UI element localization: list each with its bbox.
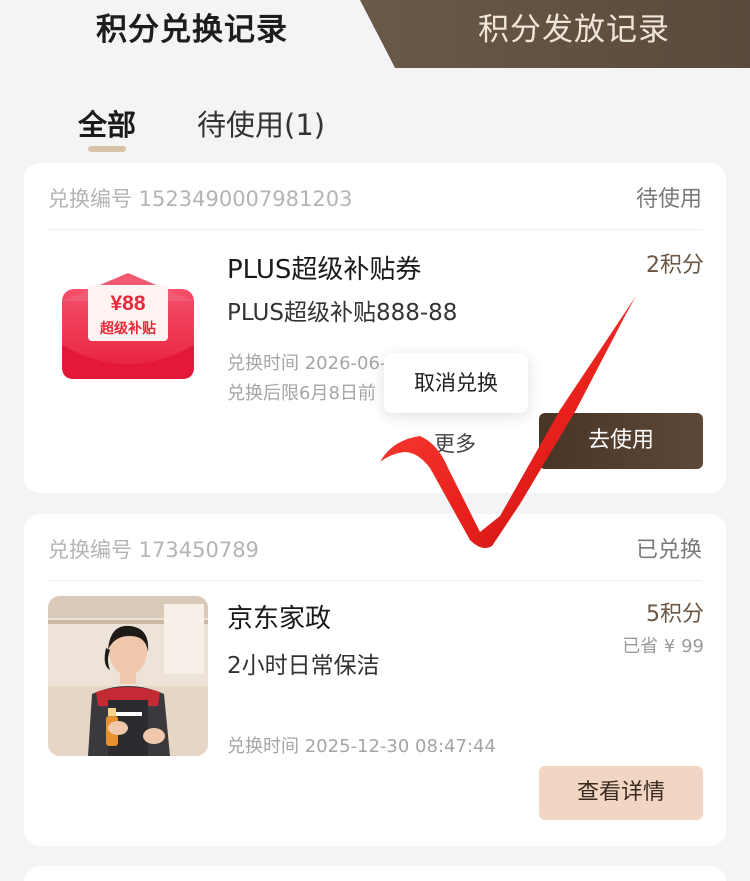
order-card-next [24, 866, 726, 881]
record-tabs: 积分兑换记录 积分发放记录 [0, 0, 750, 68]
order-status: 已兑换 [635, 538, 702, 563]
tab-issue-records[interactable]: 积分发放记录 [478, 8, 670, 52]
housekeeping-photo [48, 596, 208, 756]
divider [48, 229, 702, 230]
filter-active-indicator [88, 146, 126, 152]
filter-pending[interactable]: 待使用(1) [197, 104, 325, 146]
item-title: 京东家政 [227, 604, 332, 634]
points-cost: 2积分 [646, 253, 704, 278]
order-number: 兑换编号 1523490007981203 [48, 187, 353, 211]
more-button[interactable]: 更多 [434, 428, 476, 458]
coupon-thumbnail: ¥88 超级补贴 [48, 253, 208, 413]
filter-all[interactable]: 全部 [78, 104, 136, 146]
item-subtitle: 2小时日常保洁 [227, 653, 380, 679]
housekeeper-photo [48, 596, 208, 756]
tab-exchange-records[interactable]: 积分兑换记录 [96, 8, 288, 52]
order-card-plus-coupon: 兑换编号 1523490007981203 待使用 ¥88 超级补贴 PLUS超… [24, 163, 726, 493]
coupon-amount: ¥88 [110, 292, 145, 315]
view-details-button[interactable]: 查看详情 [539, 766, 703, 820]
use-button[interactable]: 去使用 [539, 413, 703, 469]
coupon-label: 超级补贴 [99, 320, 156, 337]
divider [48, 580, 702, 581]
item-subtitle: PLUS超级补贴888-88 [227, 300, 458, 326]
red-envelope-icon: ¥88 超级补贴 [62, 273, 194, 379]
use-deadline: 兑换后限6月8日前 [227, 383, 376, 404]
cancel-exchange-popup[interactable]: 取消兑换 [384, 353, 528, 413]
order-card-housekeeping: 兑换编号 173450789 已兑换 京东家政 2小时日常保洁 5积分 已省 ¥… [24, 514, 726, 846]
item-title: PLUS超级补贴券 [227, 255, 422, 285]
saved-amount: 已省 ¥ 99 [622, 636, 704, 657]
points-cost: 5积分 [646, 602, 704, 627]
order-status: 待使用 [635, 187, 702, 212]
exchange-time: 兑换时间 2025-12-30 08:47:44 [227, 736, 496, 757]
order-number: 兑换编号 173450789 [48, 538, 259, 562]
